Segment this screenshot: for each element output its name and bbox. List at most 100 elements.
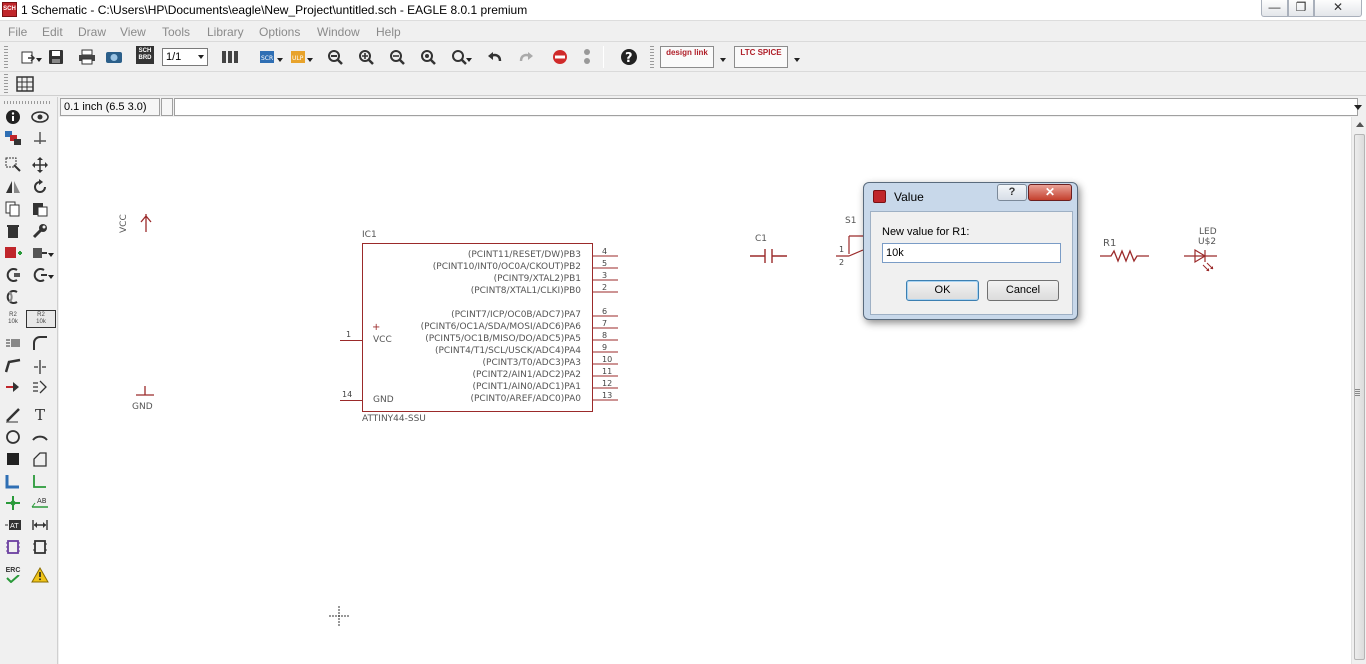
zoom-in-icon[interactable]	[355, 46, 377, 68]
save-icon[interactable]	[45, 46, 67, 68]
menu-tools[interactable]: Tools	[162, 25, 190, 39]
toolbar-grip[interactable]	[650, 46, 654, 68]
designlink-button[interactable]: design link	[660, 46, 714, 68]
polygon-icon[interactable]	[30, 450, 50, 468]
sch-brd-switch-icon[interactable]: SCH BRD	[136, 46, 154, 64]
eagle-app-icon[interactable]: SCH	[2, 2, 17, 17]
command-history-dropdown-icon[interactable]	[1354, 105, 1362, 110]
group-icon[interactable]	[3, 156, 23, 174]
value-icon[interactable]: R2 10k	[26, 310, 56, 328]
replace-dropdown-arrow[interactable]	[48, 253, 54, 257]
schematic-canvas[interactable]: VCC GND IC1 ATTINY44-SSU 1 + VCC 14 GND …	[59, 117, 1351, 664]
zoom-redraw-icon[interactable]	[417, 46, 439, 68]
undo-icon[interactable]	[484, 46, 506, 68]
vcc-supply-symbol[interactable]	[137, 212, 157, 236]
ulp-dropdown-arrow[interactable]	[307, 58, 313, 62]
sheets-icon[interactable]	[219, 46, 241, 68]
invoke-icon[interactable]	[3, 266, 23, 284]
info-icon[interactable]	[3, 108, 23, 126]
coordinate-toggle[interactable]	[161, 98, 173, 116]
script-dropdown-arrow[interactable]	[277, 58, 283, 62]
toolbar-grip[interactable]	[4, 101, 52, 104]
copy-icon[interactable]	[3, 200, 23, 218]
show-icon[interactable]	[30, 108, 50, 126]
rotate-icon[interactable]	[30, 178, 50, 196]
go-icon[interactable]	[576, 46, 598, 68]
move-icon[interactable]	[30, 156, 50, 174]
designlink-dropdown-arrow[interactable]	[720, 58, 726, 62]
menu-options[interactable]: Options	[259, 25, 300, 39]
mark-icon[interactable]	[30, 129, 50, 147]
print-icon[interactable]	[76, 46, 98, 68]
dialog-help-button[interactable]: ?	[997, 184, 1027, 201]
menu-view[interactable]: View	[120, 25, 146, 39]
delete-icon[interactable]	[3, 222, 23, 240]
led-symbol[interactable]	[1183, 247, 1219, 275]
paste-icon[interactable]	[30, 200, 50, 218]
cancel-button[interactable]: Cancel	[987, 280, 1059, 301]
attribute-icon[interactable]: AT	[3, 516, 23, 534]
menu-library[interactable]: Library	[207, 25, 244, 39]
script-icon[interactable]: SCR	[257, 46, 279, 68]
grid-icon[interactable]	[14, 73, 36, 95]
open-icon[interactable]	[17, 46, 39, 68]
maximize-button[interactable]: ❐	[1288, 0, 1314, 17]
circle-icon[interactable]	[3, 428, 23, 446]
command-input[interactable]	[174, 98, 1358, 116]
gnd-supply-symbol[interactable]	[134, 385, 156, 401]
menu-file[interactable]: File	[8, 25, 27, 39]
miter-icon[interactable]	[30, 334, 50, 352]
ltspice-button[interactable]: LTC SPICE	[734, 46, 788, 68]
change-icon[interactable]	[30, 222, 50, 240]
zoom-dropdown-arrow[interactable]	[466, 58, 472, 62]
switch-s1-symbol[interactable]	[835, 232, 865, 268]
ulp-icon[interactable]: ULP	[288, 46, 310, 68]
label-icon[interactable]: AB	[30, 494, 50, 512]
text-icon[interactable]: T	[30, 406, 50, 424]
pin-swap-icon[interactable]	[3, 288, 23, 306]
replace-icon[interactable]	[30, 244, 50, 262]
erc-icon[interactable]: ERC	[3, 566, 23, 584]
menu-edit[interactable]: Edit	[42, 25, 63, 39]
ok-button[interactable]: OK	[906, 280, 979, 301]
menu-window[interactable]: Window	[317, 25, 360, 39]
smash-icon[interactable]	[3, 334, 23, 352]
split-icon[interactable]	[3, 357, 23, 375]
frame-icon[interactable]	[3, 538, 23, 556]
scroll-up-icon[interactable]	[1356, 122, 1364, 127]
mirror-icon[interactable]	[3, 178, 23, 196]
ltspice-dropdown-arrow[interactable]	[794, 58, 800, 62]
display-layers-icon[interactable]	[3, 129, 23, 147]
stop-icon[interactable]	[549, 46, 571, 68]
arc-icon[interactable]	[30, 428, 50, 446]
zoom-out-icon[interactable]	[386, 46, 408, 68]
route-icon[interactable]	[3, 378, 23, 396]
warning-icon[interactable]	[30, 566, 50, 584]
sheet-select[interactable]: 1/1	[162, 48, 208, 66]
rectangle-icon[interactable]	[3, 450, 23, 468]
net-icon[interactable]	[30, 472, 50, 490]
resistor-r1-symbol[interactable]	[1099, 249, 1151, 263]
toolbar-grip[interactable]	[4, 74, 8, 94]
scrollbar-thumb[interactable]	[1354, 134, 1365, 660]
add-part-icon[interactable]	[3, 244, 23, 262]
window-close-button[interactable]: ✕	[1314, 0, 1362, 17]
dimension-icon[interactable]	[30, 516, 50, 534]
open-dropdown-arrow[interactable]	[36, 58, 42, 62]
cam-processor-icon[interactable]	[103, 46, 125, 68]
menu-help[interactable]: Help	[376, 25, 401, 39]
capacitor-c1-symbol[interactable]	[749, 247, 789, 265]
zoom-fit-icon[interactable]	[324, 46, 346, 68]
line-icon[interactable]	[3, 406, 23, 424]
dialog-close-button[interactable]: ✕	[1028, 184, 1072, 201]
module-icon[interactable]	[30, 538, 50, 556]
redo-icon[interactable]	[515, 46, 537, 68]
toolbar-grip[interactable]	[4, 46, 8, 68]
minimize-button[interactable]: —	[1261, 0, 1288, 17]
name-icon[interactable]: R2 10k	[3, 310, 23, 328]
gate-swap-icon[interactable]	[30, 266, 50, 284]
help-icon[interactable]: ?	[618, 46, 640, 68]
zoom-select-icon[interactable]	[448, 46, 470, 68]
gate-dropdown-arrow[interactable]	[48, 275, 54, 279]
menu-draw[interactable]: Draw	[78, 25, 106, 39]
